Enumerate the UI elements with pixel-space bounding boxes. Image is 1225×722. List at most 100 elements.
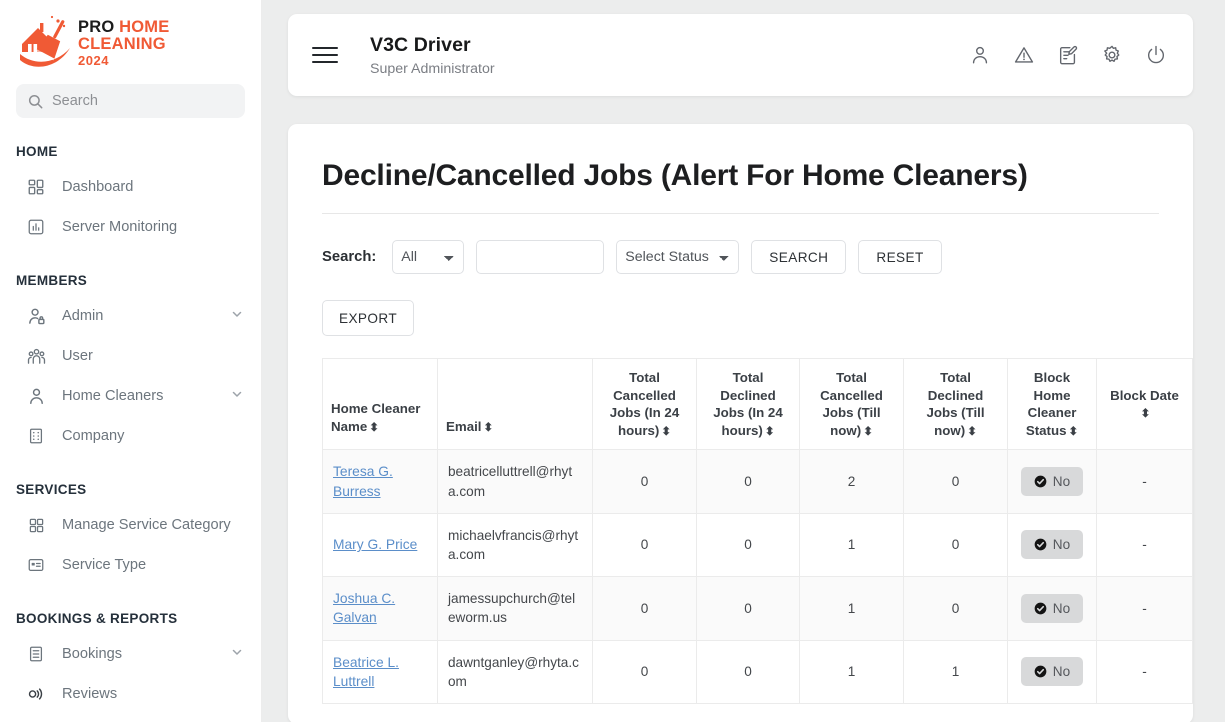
- col-label: Block Date: [1110, 388, 1179, 403]
- home-cleaner-name-link[interactable]: Beatrice L. Luttrell: [333, 655, 399, 689]
- cell-cancelled-24h: 0: [593, 576, 697, 640]
- cell-block-date: -: [1097, 640, 1193, 704]
- table-header: Home Cleaner Name⬍ Email⬍ Total Cancelle…: [323, 359, 1193, 450]
- col-label: Total Cancelled Jobs (Till now): [820, 370, 883, 438]
- settings-gear-icon[interactable]: [1101, 44, 1123, 66]
- header-actions: [969, 44, 1167, 66]
- reset-button[interactable]: RESET: [858, 240, 941, 274]
- block-status-badge[interactable]: No: [1021, 594, 1083, 623]
- sidebar-section-members: MEMBERS: [0, 273, 261, 288]
- sidebar-item-label: Server Monitoring: [62, 218, 243, 237]
- edit-document-icon[interactable]: [1057, 44, 1079, 66]
- logo-pro-text: PRO: [78, 18, 114, 36]
- warning-alert-icon[interactable]: [1013, 44, 1035, 66]
- power-logout-icon[interactable]: [1145, 44, 1167, 66]
- sidebar-item-bookings[interactable]: Bookings: [0, 634, 261, 674]
- block-status-label: No: [1053, 537, 1070, 552]
- block-status-badge[interactable]: No: [1021, 530, 1083, 559]
- export-row: EXPORT: [322, 300, 1159, 336]
- sidebar-item-admin[interactable]: Admin: [0, 296, 261, 336]
- header-title: V3C Driver: [370, 34, 495, 57]
- sort-updown-icon: ⬍: [967, 427, 977, 439]
- sort-updown-icon: ⬍: [863, 427, 873, 439]
- id-card-icon: [26, 555, 46, 575]
- check-circle-icon: [1034, 475, 1047, 488]
- sidebar-item-label: Home Cleaners: [62, 387, 215, 406]
- sidebar-item-server-monitoring[interactable]: Server Monitoring: [0, 207, 261, 247]
- block-status-badge[interactable]: No: [1021, 467, 1083, 496]
- search-input[interactable]: [476, 240, 604, 274]
- cell-name: Mary G. Price: [323, 513, 438, 576]
- col-home-cleaner-name[interactable]: Home Cleaner Name⬍: [323, 359, 438, 450]
- cell-block-status: No: [1008, 450, 1097, 514]
- sidebar-item-service-type[interactable]: Service Type: [0, 545, 261, 585]
- search-label: Search:: [322, 249, 376, 265]
- col-total-declined-till-now[interactable]: Total Declined Jobs (Till now)⬍: [904, 359, 1008, 450]
- sidebar-item-reviews[interactable]: Reviews: [0, 674, 261, 714]
- sidebar-item-manage-service-category[interactable]: Manage Service Category: [0, 505, 261, 545]
- cell-block-status: No: [1008, 576, 1097, 640]
- table-body: Teresa G. Burress beatricelluttrell@rhyt…: [323, 450, 1193, 704]
- logo-year-text: 2024: [78, 54, 261, 67]
- home-cleaner-name-link[interactable]: Mary G. Price: [333, 537, 417, 552]
- search-button[interactable]: SEARCH: [751, 240, 846, 274]
- cell-cancelled-till-now: 2: [800, 450, 904, 514]
- sidebar-item-company[interactable]: Company: [0, 416, 261, 456]
- block-status-label: No: [1053, 474, 1070, 489]
- sidebar-item-label: User: [62, 347, 243, 366]
- chevron-down-icon: [231, 388, 243, 404]
- user-lock-icon: [26, 306, 46, 326]
- status-select[interactable]: Select Status: [616, 240, 739, 274]
- col-total-cancelled-24h[interactable]: Total Cancelled Jobs (In 24 hours)⬍: [593, 359, 697, 450]
- brand-logo[interactable]: PRO HOME CLEANING 2024: [0, 0, 261, 78]
- sidebar-search-placeholder: Search: [52, 93, 98, 109]
- cell-email: dawntganley@rhyta.com: [438, 640, 593, 704]
- sidebar-item-label: Bookings: [62, 645, 215, 664]
- cell-block-date: -: [1097, 576, 1193, 640]
- sidebar-section-home: HOME: [0, 144, 261, 159]
- cell-block-status: No: [1008, 513, 1097, 576]
- top-header-bar: V3C Driver Super Administrator: [288, 14, 1193, 96]
- sidebar-item-label: Admin: [62, 307, 215, 326]
- check-circle-icon: [1034, 665, 1047, 678]
- home-cleaner-name-link[interactable]: Joshua C. Galvan: [333, 591, 395, 625]
- sidebar-item-home-cleaners[interactable]: Home Cleaners: [0, 376, 261, 416]
- sidebar-item-label: Manage Service Category: [62, 516, 243, 535]
- header-brand: V3C Driver Super Administrator: [370, 34, 495, 77]
- sidebar-item-label: Dashboard: [62, 178, 243, 197]
- sort-updown-icon: ⬍: [369, 423, 379, 435]
- building-icon: [26, 426, 46, 446]
- cell-declined-24h: 0: [697, 513, 800, 576]
- cell-cancelled-till-now: 1: [800, 576, 904, 640]
- list-document-icon: [26, 644, 46, 664]
- sort-updown-icon: ⬍: [765, 427, 775, 439]
- block-status-badge[interactable]: No: [1021, 657, 1083, 686]
- block-status-label: No: [1053, 664, 1070, 679]
- export-button[interactable]: EXPORT: [322, 300, 414, 336]
- sidebar-section-services: SERVICES: [0, 482, 261, 497]
- col-total-cancelled-till-now[interactable]: Total Cancelled Jobs (Till now)⬍: [800, 359, 904, 450]
- search-icon: [28, 94, 43, 109]
- sidebar-item-dashboard[interactable]: Dashboard: [0, 167, 261, 207]
- block-status-label: No: [1053, 601, 1070, 616]
- users-group-icon: [26, 346, 46, 366]
- megaphone-icon: [26, 684, 46, 704]
- sidebar-item-label: Service Type: [62, 556, 243, 575]
- cell-name: Teresa G. Burress: [323, 450, 438, 514]
- cell-declined-till-now: 0: [904, 513, 1008, 576]
- hamburger-menu-icon[interactable]: [312, 47, 338, 64]
- col-total-declined-24h[interactable]: Total Declined Jobs (In 24 hours)⬍: [697, 359, 800, 450]
- cell-name: Beatrice L. Luttrell: [323, 640, 438, 704]
- sort-updown-icon: ⬍: [661, 427, 671, 439]
- profile-icon[interactable]: [969, 44, 991, 66]
- col-email[interactable]: Email⬍: [438, 359, 593, 450]
- bar-chart-icon: [26, 217, 46, 237]
- home-cleaner-name-link[interactable]: Teresa G. Burress: [333, 464, 393, 498]
- search-type-select[interactable]: All: [392, 240, 464, 274]
- col-block-date[interactable]: Block Date⬍: [1097, 359, 1193, 450]
- sidebar-search-box[interactable]: Search: [16, 84, 245, 118]
- grid-icon: [26, 515, 46, 535]
- cell-declined-till-now: 1: [904, 640, 1008, 704]
- sidebar-item-user[interactable]: User: [0, 336, 261, 376]
- col-block-home-cleaner-status[interactable]: Block Home Cleaner Status⬍: [1008, 359, 1097, 450]
